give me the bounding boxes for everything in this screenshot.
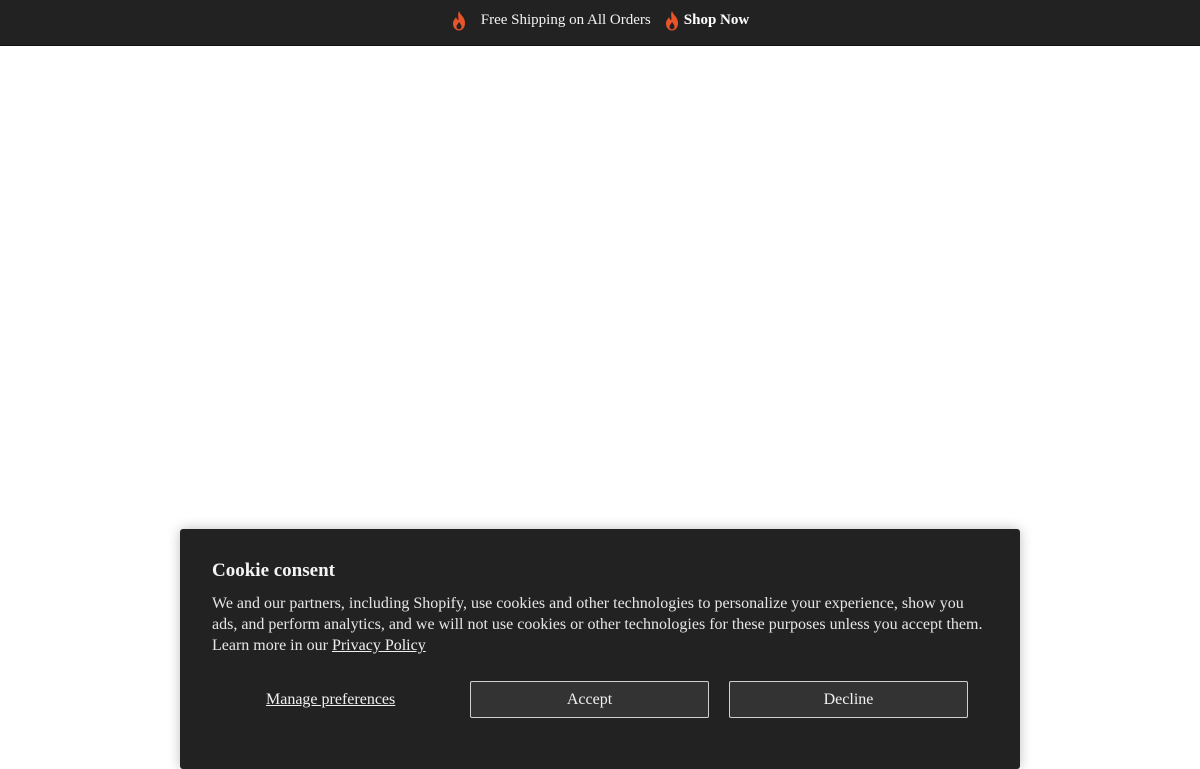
privacy-policy-link[interactable]: Privacy Policy (332, 637, 426, 654)
announcement-content: Free Shipping on All Orders Shop Now (451, 10, 749, 31)
cookie-consent-title: Cookie consent (212, 560, 335, 581)
cookie-consent-actions: Manage preferences Accept Decline (212, 681, 988, 718)
flame-icon (451, 10, 467, 31)
accept-button[interactable]: Accept (470, 681, 709, 718)
cookie-consent-body: We and our partners, including Shopify, … (212, 593, 992, 656)
shop-now-link[interactable]: Shop Now (684, 12, 749, 29)
cookie-consent-text: We and our partners, including Shopify, … (212, 595, 983, 654)
flame-icon (664, 10, 680, 31)
cookie-consent-dialog: Cookie consent We and our partners, incl… (180, 529, 1020, 769)
manage-preferences-button[interactable]: Manage preferences (266, 681, 395, 718)
announcement-bar: Free Shipping on All Orders Shop Now (0, 0, 1200, 46)
decline-button[interactable]: Decline (729, 681, 968, 718)
announcement-text: Free Shipping on All Orders (480, 12, 651, 28)
